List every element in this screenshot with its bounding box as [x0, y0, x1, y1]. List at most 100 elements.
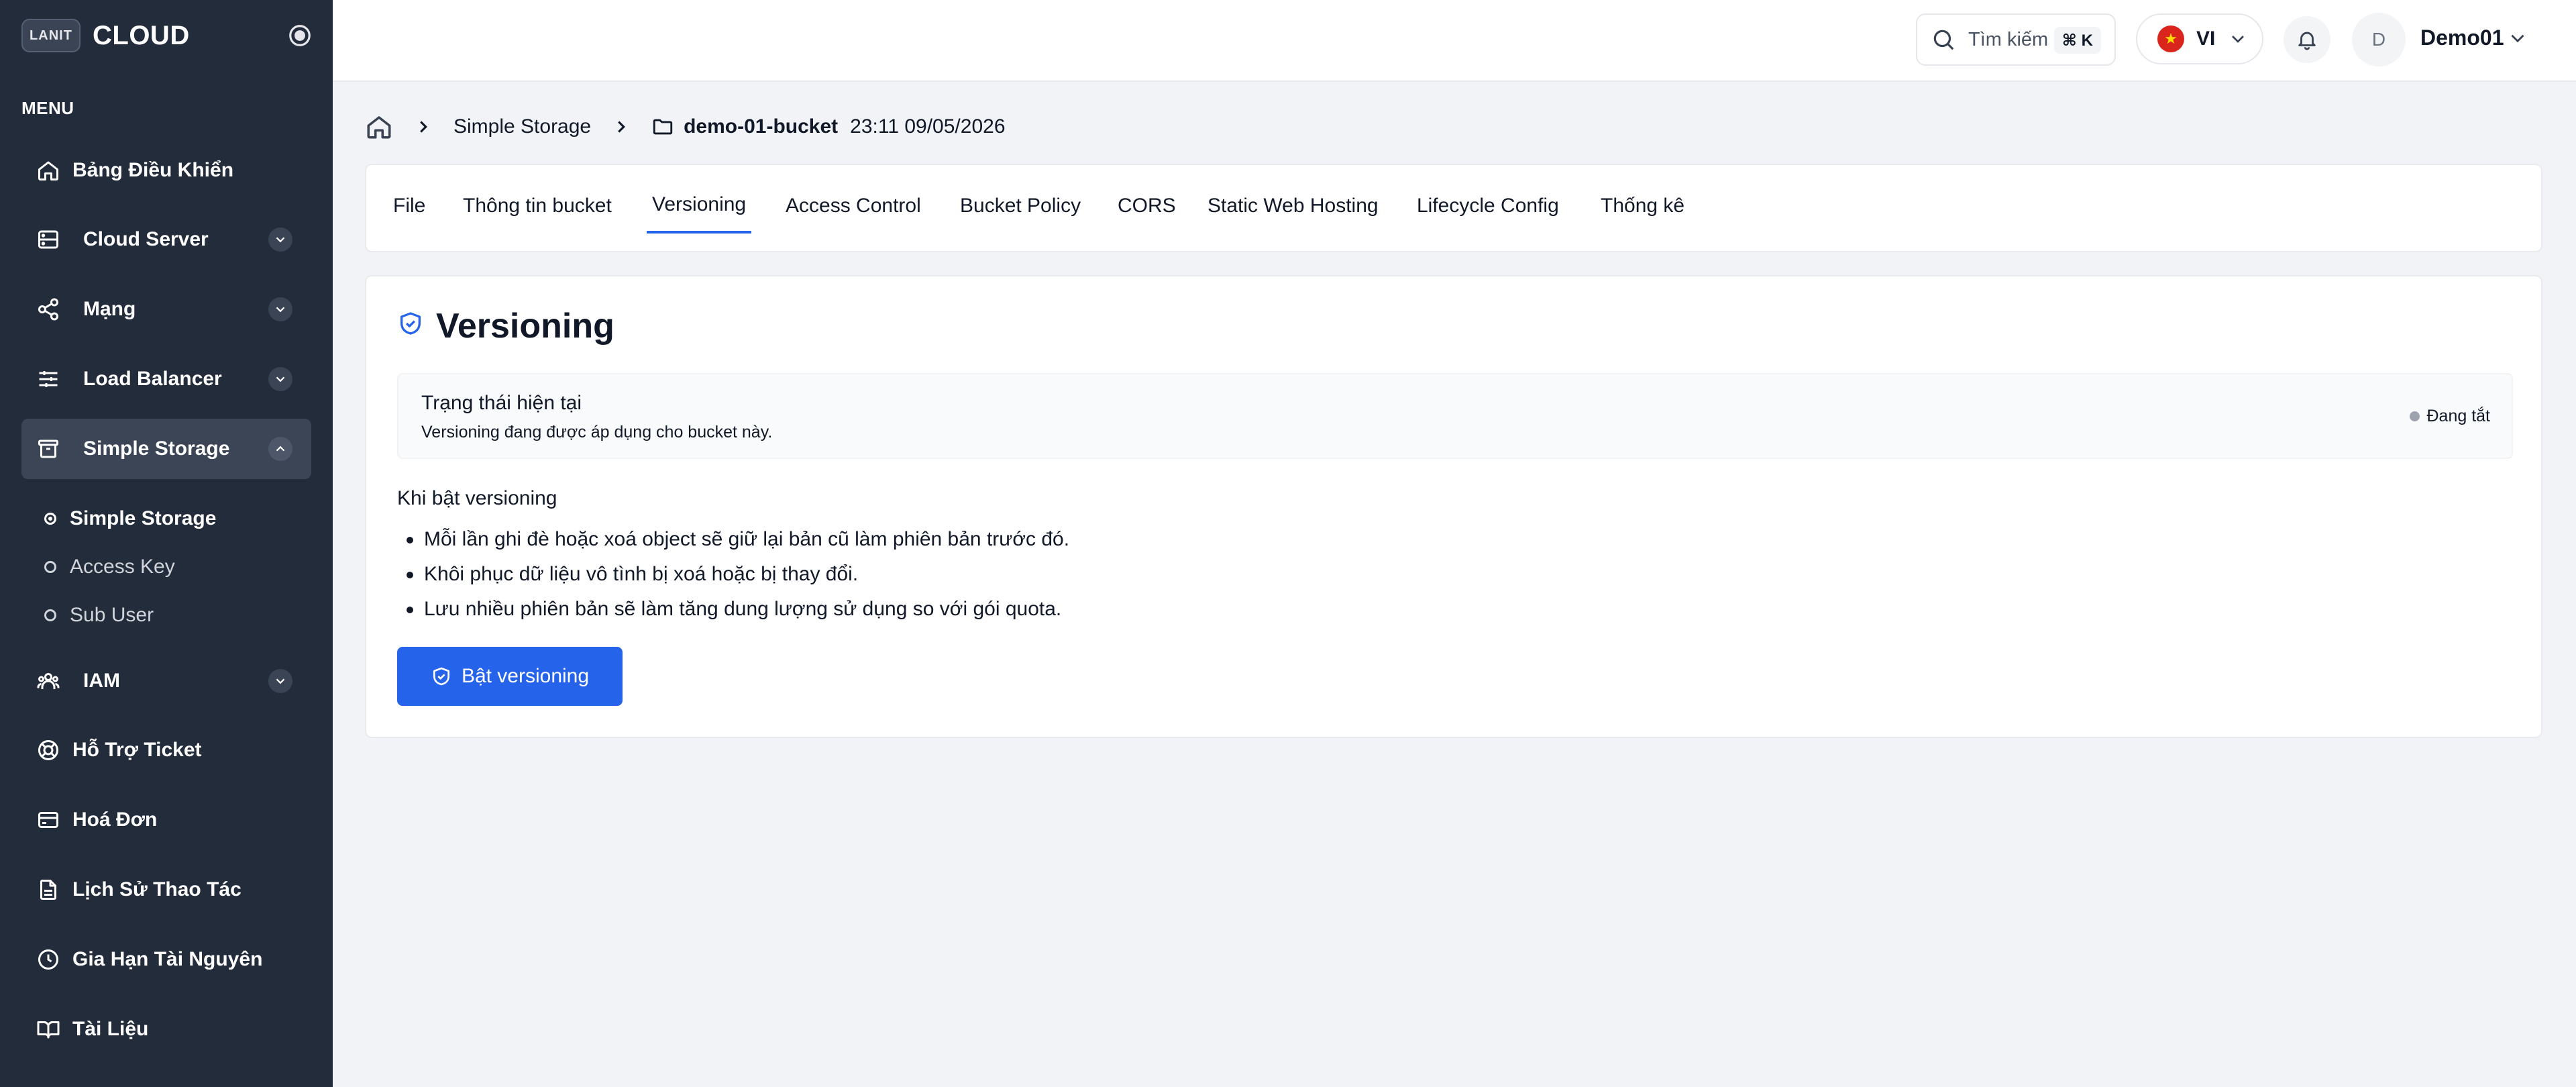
sidebar-item-renew-resources[interactable]: Gia Hạn Tài Nguyên [21, 929, 311, 990]
submenu-item-label: Simple Storage [70, 507, 217, 529]
tab-lifecycle-config[interactable]: Lifecycle Config [1417, 195, 1559, 235]
book-icon [36, 1017, 60, 1041]
enable-versioning-button[interactable]: Bật versioning [397, 647, 623, 706]
dot-icon [44, 609, 56, 621]
sidebar-item-label: Lịch Sử Thao Tác [72, 878, 241, 900]
tabs-bar: File Thông tin bucket Versioning Access … [365, 164, 2542, 252]
search-placeholder: Tìm kiếm [1968, 28, 2049, 50]
sidebar: LANIT CLOUD MENU Bảng Điều Khiển Cloud S… [0, 0, 333, 1087]
breadcrumb-simple-storage[interactable]: Simple Storage [453, 115, 591, 138]
brand-name: CLOUD [93, 20, 190, 50]
credit-card-icon [36, 808, 60, 832]
status-badge-label: Đang tắt [2426, 407, 2490, 425]
submenu-item-sub-user[interactable]: Sub User [44, 599, 154, 632]
archive-icon [36, 437, 60, 461]
shield-check-icon [397, 310, 424, 337]
share-icon [36, 297, 60, 321]
home-icon[interactable] [365, 113, 393, 141]
avatar[interactable]: D [2352, 13, 2406, 66]
sidebar-toggle-icon[interactable] [287, 23, 313, 48]
list-item: Lưu nhiều phiên bản sẽ làm tăng dung lượ… [397, 592, 1069, 627]
chevron-down-icon[interactable] [268, 367, 292, 391]
submenu-item-access-key[interactable]: Access Key [44, 550, 175, 584]
list-item: Mỗi lần ghi đè hoặc xoá object sẽ giữ lạ… [397, 522, 1069, 557]
sidebar-item-label: IAM [83, 670, 120, 692]
sidebar-item-label: Hoá Đơn [72, 809, 158, 831]
tab-access-control[interactable]: Access Control [786, 195, 921, 235]
tab-statistics[interactable]: Thống kê [1601, 195, 1684, 235]
tab-bucket-info[interactable]: Thông tin bucket [463, 195, 612, 235]
tab-file[interactable]: File [393, 195, 425, 235]
sidebar-item-label: Load Balancer [83, 368, 222, 390]
breadcrumb-bucket-name: demo-01-bucket [684, 115, 839, 138]
search-shortcut: ⌘ K [2053, 27, 2101, 54]
search-icon [1931, 27, 1956, 52]
sidebar-item-cloud-server[interactable]: Cloud Server [21, 209, 311, 270]
sidebar-item-label: Mạng [83, 298, 136, 320]
submenu-item-label: Access Key [70, 556, 175, 578]
status-description: Versioning đang được áp dụng cho bucket … [421, 423, 773, 442]
sidebar-item-documentation[interactable]: Tài Liệu [21, 999, 311, 1059]
folder-icon [651, 115, 674, 138]
shield-check-icon [431, 666, 452, 687]
submenu-item-simple-storage[interactable]: Simple Storage [44, 502, 216, 535]
chevron-up-icon[interactable] [268, 437, 292, 461]
submenu-item-label: Sub User [70, 604, 154, 626]
sidebar-item-network[interactable]: Mạng [21, 279, 311, 340]
brand-logo: LANIT [21, 19, 80, 52]
sidebar-item-activity-log[interactable]: Lịch Sử Thao Tác [21, 860, 311, 920]
sidebar-item-label: Tài Liệu [72, 1018, 149, 1040]
menu-label: MENU [21, 98, 74, 118]
user-name[interactable]: Demo01 [2420, 25, 2504, 50]
chevron-right-icon [413, 117, 433, 137]
tab-versioning[interactable]: Versioning [647, 193, 752, 234]
sidebar-item-label: Cloud Server [83, 228, 209, 250]
tab-static-web-hosting[interactable]: Static Web Hosting [1208, 195, 1379, 235]
sidebar-item-support-ticket[interactable]: Hỗ Trợ Ticket [21, 720, 311, 780]
sidebar-item-label: Hỗ Trợ Ticket [72, 739, 202, 761]
tab-bucket-policy[interactable]: Bucket Policy [960, 195, 1081, 235]
vietnam-flag-icon: ★ [2157, 25, 2184, 52]
search-input[interactable]: Tìm kiếm ⌘ K [1916, 13, 2116, 66]
language-selector[interactable]: ★ VI [2136, 13, 2263, 64]
brand[interactable]: LANIT CLOUD [21, 19, 190, 52]
tab-cors[interactable]: CORS [1118, 195, 1176, 235]
list-item: Khôi phục dữ liệu vô tình bị xoá hoặc bị… [397, 557, 1069, 592]
clock-icon [36, 947, 60, 972]
active-dot-icon [44, 513, 56, 525]
language-code: VI [2196, 28, 2216, 50]
chevron-down-icon [2227, 28, 2249, 50]
chevron-down-icon[interactable] [268, 227, 292, 252]
chevron-down-icon[interactable] [268, 297, 292, 321]
status-title: Trạng thái hiện tại [421, 392, 582, 414]
users-icon [36, 669, 60, 693]
sliders-icon [36, 367, 60, 391]
sidebar-item-load-balancer[interactable]: Load Balancer [21, 349, 311, 409]
status-badge: Đang tắt [2410, 407, 2490, 426]
sidebar-item-label: Simple Storage [83, 437, 230, 460]
sidebar-item-iam[interactable]: IAM [21, 651, 311, 711]
page-title: Versioning [436, 307, 614, 346]
sidebar-item-label: Gia Hạn Tài Nguyên [72, 948, 263, 970]
enable-versioning-label: Bật versioning [461, 665, 590, 687]
chevron-right-icon [611, 117, 631, 137]
sidebar-item-label: Bảng Điều Khiển [72, 159, 234, 181]
sidebar-item-dashboard[interactable]: Bảng Điều Khiển [21, 140, 311, 201]
breadcrumb: Simple Storage demo-01-bucket 23:11 09/0… [365, 111, 1006, 142]
home-icon [36, 158, 60, 183]
versioning-panel: Versioning Trạng thái hiện tại Versionin… [365, 275, 2542, 738]
breadcrumb-timestamp: 23:11 09/05/2026 [850, 115, 1006, 138]
file-text-icon [36, 878, 60, 902]
notification-bell-icon[interactable] [2284, 16, 2330, 63]
section-heading: Khi bật versioning [397, 487, 557, 509]
dot-icon [44, 561, 56, 573]
status-dot-icon [2410, 411, 2420, 421]
benefits-list: Mỗi lần ghi đè hoặc xoá object sẽ giữ lạ… [397, 522, 1069, 627]
lifebuoy-icon [36, 738, 60, 762]
chevron-down-icon[interactable] [268, 669, 292, 693]
sidebar-item-invoice[interactable]: Hoá Đơn [21, 790, 311, 850]
chevron-down-icon[interactable] [2506, 27, 2529, 50]
server-icon [36, 227, 60, 252]
sidebar-item-simple-storage[interactable]: Simple Storage [21, 419, 311, 479]
current-status-box: Trạng thái hiện tại Versioning đang được… [397, 373, 2513, 459]
